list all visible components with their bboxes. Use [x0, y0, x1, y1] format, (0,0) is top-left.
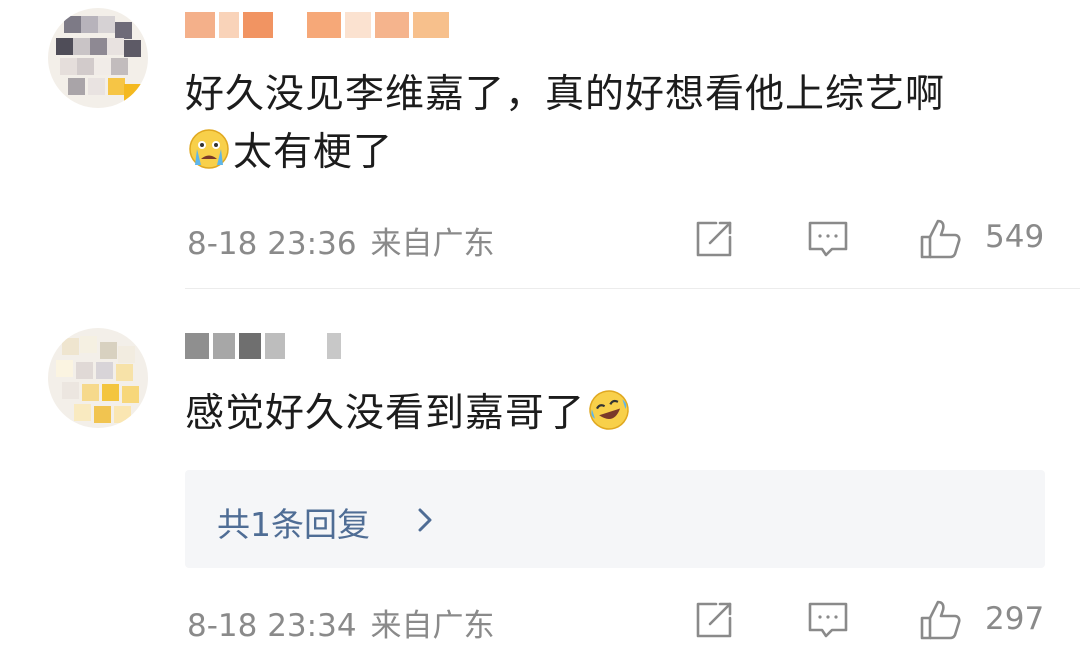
- chevron-right-icon: [407, 502, 443, 538]
- comment-icon[interactable]: [806, 598, 850, 642]
- avatar[interactable]: [48, 328, 148, 428]
- username-blurred[interactable]: [185, 333, 341, 359]
- comment-date: 8-18 23:34: [187, 608, 357, 644]
- share-icon[interactable]: [692, 598, 736, 642]
- like-icon[interactable]: [918, 598, 962, 642]
- comment-item-2: 感觉好久没看到嘉哥了 共1条回复 8-18 23:34 来自广东 297: [0, 0, 1080, 644]
- laughing-tears-face-icon: [587, 388, 631, 432]
- comment-meta: 8-18 23:34 来自广东: [187, 600, 509, 645]
- comment-text-content: 感觉好久没看到嘉哥了: [185, 391, 586, 436]
- like-count: 297: [985, 601, 1045, 637]
- reply-summary-box[interactable]: 共1条回复: [185, 470, 1045, 568]
- comment-text: 感觉好久没看到嘉哥了: [185, 385, 633, 443]
- comment-location: 来自广东: [370, 608, 495, 644]
- reply-summary-link[interactable]: 共1条回复: [217, 498, 370, 546]
